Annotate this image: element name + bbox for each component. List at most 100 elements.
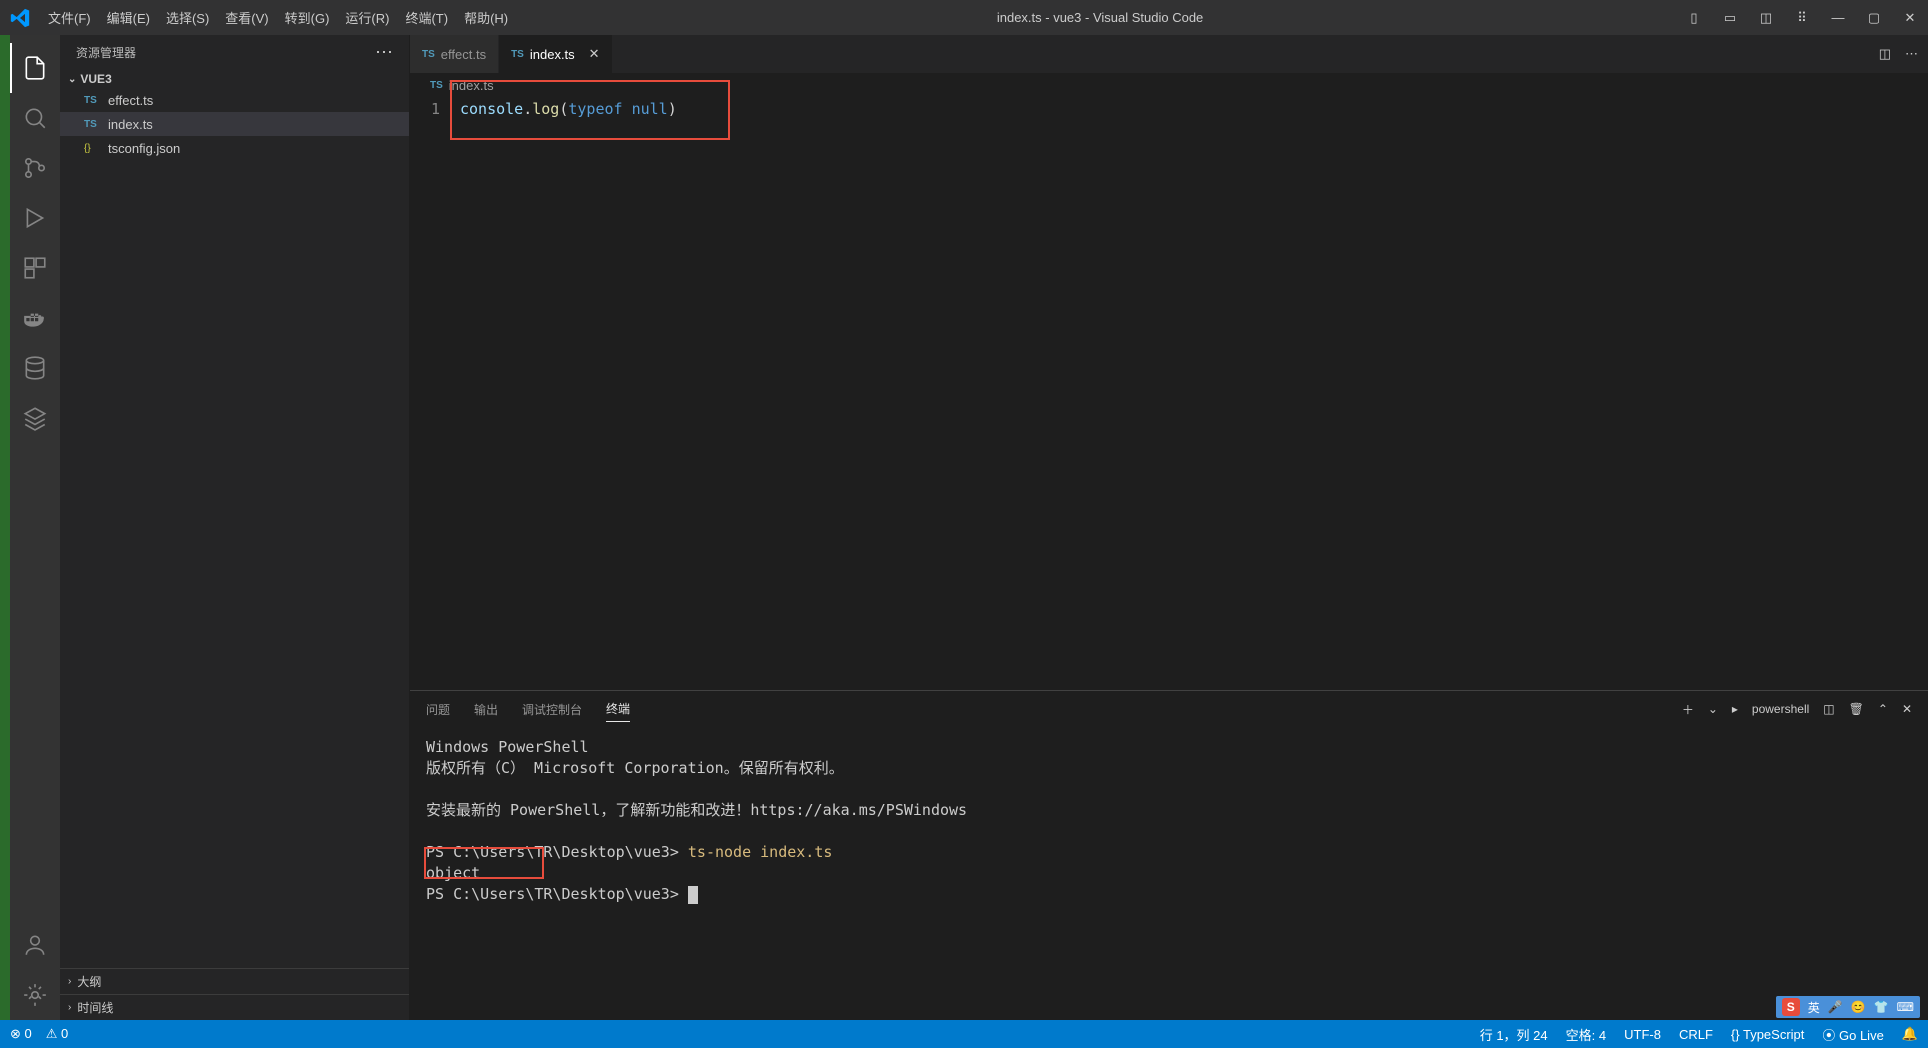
ts-file-icon: TS (422, 49, 435, 60)
activity-bar (10, 35, 60, 1020)
breadcrumb-file: index.ts (449, 78, 494, 93)
os-edge-strip (0, 35, 10, 1020)
activity-run-debug-icon[interactable] (10, 193, 60, 243)
menu-edit[interactable]: 编辑(E) (99, 4, 158, 31)
file-name: effect.ts (108, 93, 153, 108)
status-encoding[interactable]: UTF-8 (1624, 1027, 1661, 1042)
chevron-down-icon: ⌄ (68, 74, 76, 85)
activity-docker-icon[interactable] (10, 293, 60, 343)
status-notifications-icon[interactable]: 🔔 (1902, 1026, 1918, 1042)
activity-account-icon[interactable] (10, 920, 60, 970)
terminal-new-icon[interactable]: ＋ (1682, 701, 1694, 718)
activity-source-control-icon[interactable] (10, 143, 60, 193)
terminal-output: object (426, 863, 1912, 884)
layout-primary-side-icon[interactable]: ▯ (1684, 10, 1704, 26)
sidebar-title: 资源管理器 (76, 44, 136, 61)
tab-effect-ts[interactable]: TS effect.ts (410, 35, 499, 73)
activity-settings-icon[interactable] (10, 970, 60, 1020)
window-minimize-icon[interactable]: — (1828, 10, 1848, 25)
panel-tab-output[interactable]: 输出 (474, 697, 498, 722)
panel-tab-terminal[interactable]: 终端 (606, 696, 630, 722)
menu-bar: 文件(F) 编辑(E) 选择(S) 查看(V) 转到(G) 运行(R) 终端(T… (40, 4, 516, 31)
status-warnings[interactable]: ⚠ 0 (46, 1026, 69, 1042)
section-label: 时间线 (77, 999, 113, 1016)
ime-toolbox-icon[interactable]: ⌨ (1897, 1000, 1914, 1014)
file-name: index.ts (108, 117, 153, 132)
breadcrumb[interactable]: TS index.ts (410, 73, 1928, 98)
ts-file-icon: TS (84, 95, 100, 106)
status-go-live[interactable]: ⦿ Go Live (1822, 1025, 1883, 1044)
terminal-split-icon[interactable]: ◫ (1823, 702, 1834, 716)
menu-terminal[interactable]: 终端(T) (397, 4, 456, 31)
bottom-panel: 问题 输出 调试控制台 终端 ＋ ⌄ ▸ powershell ◫ 🗑 ⌃ ✕ … (410, 690, 1928, 1020)
tab-label: effect.ts (441, 47, 486, 62)
status-language[interactable]: {} TypeScript (1731, 1027, 1804, 1042)
activity-search-icon[interactable] (10, 93, 60, 143)
tab-close-icon[interactable]: ✕ (589, 46, 600, 62)
status-line-col[interactable]: 行 1，列 24 (1480, 1025, 1548, 1044)
terminal-shell-icon: ▸ (1732, 702, 1738, 716)
layout-panel-icon[interactable]: ▭ (1720, 10, 1740, 26)
activity-layers-icon[interactable] (10, 393, 60, 443)
file-item-tsconfig-json[interactable]: {} tsconfig.json (60, 136, 409, 160)
ime-lang-label[interactable]: 英 (1808, 999, 1820, 1016)
layout-customize-icon[interactable]: ⠿ (1792, 10, 1812, 26)
panel-tab-problems[interactable]: 问题 (426, 697, 450, 722)
window-close-icon[interactable]: ✕ (1900, 10, 1920, 26)
section-label: 大纲 (77, 973, 101, 990)
file-item-index-ts[interactable]: TS index.ts (60, 112, 409, 136)
ime-voice-icon[interactable]: 🎤 (1828, 1000, 1843, 1014)
terminal-line: 版权所有（C） Microsoft Corporation。保留所有权利。 (426, 758, 1912, 779)
terminal-line: Windows PowerShell (426, 737, 1912, 758)
panel-close-icon[interactable]: ✕ (1902, 702, 1912, 716)
window-title: index.ts - vue3 - Visual Studio Code (516, 10, 1684, 25)
status-spaces[interactable]: 空格: 4 (1566, 1025, 1606, 1044)
terminal-line: PS C:\Users\TR\Desktop\vue3> ts-node ind… (426, 842, 1912, 863)
menu-run[interactable]: 运行(R) (337, 4, 397, 31)
chevron-right-icon: › (68, 976, 71, 987)
activity-database-icon[interactable] (10, 343, 60, 393)
code-editor[interactable]: 1 console.log(typeof null) (410, 98, 1928, 690)
layout-secondary-side-icon[interactable]: ◫ (1756, 10, 1776, 26)
section-timeline[interactable]: › 时间线 (60, 994, 409, 1020)
status-bar: ⊗ 0 ⚠ 0 行 1，列 24 空格: 4 UTF-8 CRLF {} Typ… (0, 1020, 1928, 1048)
window-maximize-icon[interactable]: ▢ (1864, 10, 1884, 26)
project-name: VUE3 (80, 72, 111, 86)
line-gutter: 1 (410, 98, 460, 690)
menu-help[interactable]: 帮助(H) (456, 4, 516, 31)
minimap[interactable] (1828, 98, 1928, 690)
terminal-cursor (688, 886, 698, 904)
menu-selection[interactable]: 选择(S) (158, 4, 217, 31)
terminal-profile-label[interactable]: powershell (1752, 702, 1809, 716)
terminal-body[interactable]: Windows PowerShell 版权所有（C） Microsoft Cor… (410, 727, 1928, 1020)
section-outline[interactable]: › 大纲 (60, 968, 409, 994)
ime-skin-icon[interactable]: 👕 (1874, 1000, 1889, 1014)
ts-file-icon: TS (430, 80, 443, 91)
ime-emoji-icon[interactable]: 😊 (1851, 1000, 1866, 1014)
terminal-kill-icon[interactable]: 🗑 (1849, 702, 1864, 716)
tab-label: index.ts (530, 47, 575, 62)
panel-tab-debug-console[interactable]: 调试控制台 (522, 697, 582, 722)
tab-more-icon[interactable]: ⋯ (1905, 46, 1918, 62)
file-item-effect-ts[interactable]: TS effect.ts (60, 88, 409, 112)
activity-explorer-icon[interactable] (10, 43, 60, 93)
menu-view[interactable]: 查看(V) (217, 4, 276, 31)
editor-area: TS effect.ts TS index.ts ✕ ◫ ⋯ TS index.… (410, 35, 1928, 1020)
panel-maximize-icon[interactable]: ⌃ (1878, 702, 1888, 716)
split-editor-icon[interactable]: ◫ (1879, 46, 1891, 62)
json-file-icon: {} (84, 143, 100, 154)
menu-file[interactable]: 文件(F) (40, 4, 99, 31)
menu-go[interactable]: 转到(G) (277, 4, 338, 31)
vscode-logo-icon (8, 6, 32, 30)
terminal-line: PS C:\Users\TR\Desktop\vue3> (426, 884, 1912, 905)
status-errors[interactable]: ⊗ 0 (10, 1026, 32, 1042)
terminal-dropdown-icon[interactable]: ⌄ (1708, 702, 1718, 716)
status-eol[interactable]: CRLF (1679, 1027, 1713, 1042)
ime-toolbar[interactable]: S 英 🎤 😊 👕 ⌨ (1776, 996, 1920, 1018)
tab-index-ts[interactable]: TS index.ts ✕ (499, 35, 613, 73)
editor-tabs: TS effect.ts TS index.ts ✕ ◫ ⋯ (410, 35, 1928, 73)
code-line-1: console.log(typeof null) (460, 100, 1928, 118)
project-root[interactable]: ⌄ VUE3 (60, 70, 409, 88)
sidebar-more-icon[interactable]: ⋯ (375, 42, 393, 63)
activity-extensions-icon[interactable] (10, 243, 60, 293)
